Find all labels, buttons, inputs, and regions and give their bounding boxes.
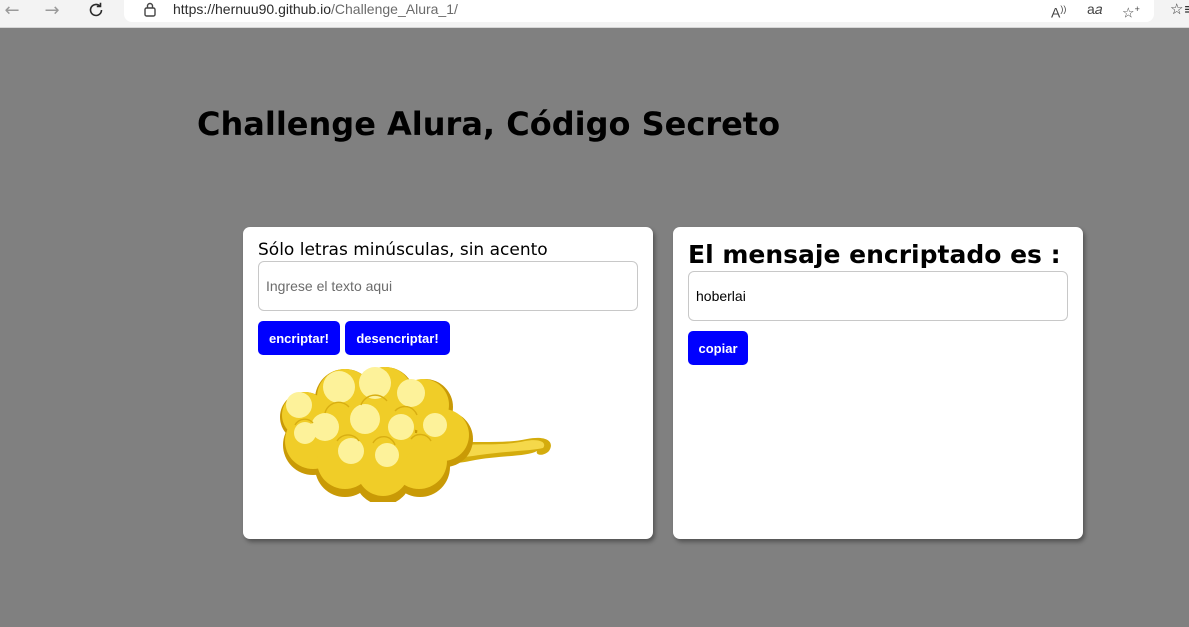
lock-icon[interactable]	[143, 1, 157, 21]
encrypt-button[interactable]: encriptar!	[258, 321, 340, 355]
favorites-icon[interactable]: ☆≡	[1170, 0, 1189, 18]
read-aloud-icon[interactable]: A))	[1051, 0, 1066, 22]
text-input[interactable]	[258, 261, 638, 311]
result-title: El mensaje encriptado es :	[688, 240, 1061, 269]
result-card: El mensaje encriptado es : hoberlai copi…	[673, 227, 1083, 539]
refresh-icon[interactable]	[84, 0, 108, 20]
result-output[interactable]: hoberlai	[688, 271, 1068, 321]
instruction-text: Sólo letras minúsculas, sin acento	[258, 240, 548, 260]
page-title: Challenge Alura, Código Secreto	[197, 105, 781, 143]
url-host: https://hernuu90.github.io	[173, 1, 332, 17]
url-text[interactable]: https://hernuu90.github.io/Challenge_Alu…	[173, 0, 458, 18]
encrypt-card: Sólo letras minúsculas, sin acento encri…	[243, 227, 653, 539]
browser-toolbar: ← → https://hernuu90.github.io/Challenge…	[0, 0, 1189, 28]
nimbus-cloud-image	[280, 367, 551, 502]
url-path: /Challenge_Alura_1/	[331, 1, 458, 17]
copy-button[interactable]: copiar	[688, 331, 748, 365]
address-bar[interactable]: https://hernuu90.github.io/Challenge_Alu…	[124, 0, 1154, 22]
add-favorite-icon[interactable]: ☆+	[1122, 0, 1140, 22]
forward-icon[interactable]: →	[40, 0, 64, 21]
translate-icon[interactable]: a𝑎	[1087, 0, 1102, 18]
back-icon[interactable]: ←	[0, 0, 24, 21]
decrypt-button[interactable]: desencriptar!	[345, 321, 450, 355]
